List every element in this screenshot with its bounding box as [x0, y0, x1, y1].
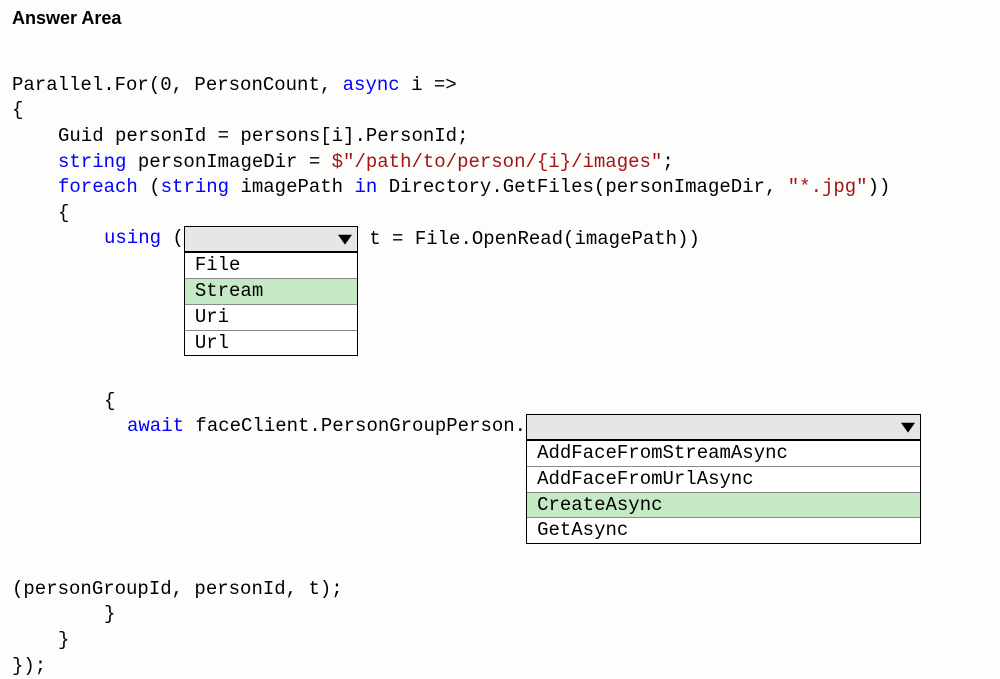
code-line-3: Guid personId = persons[i].PersonId;: [12, 125, 468, 147]
page-title: Answer Area: [12, 8, 988, 29]
code-line-1: Parallel.For(0, PersonCount, async i =>: [12, 74, 457, 96]
code-line-11: }: [12, 603, 115, 625]
code-line-6: {: [12, 202, 69, 224]
code-line-13: });: [12, 655, 46, 677]
type-dropdown[interactable]: FileStreamUriUrl: [184, 226, 358, 253]
code-line-2: {: [12, 99, 23, 121]
method-dropdown[interactable]: AddFaceFromStreamAsyncAddFaceFromUrlAsyn…: [526, 414, 921, 441]
code-line-4: string personImageDir = $"/path/to/perso…: [12, 151, 674, 173]
code-line-12: }: [12, 629, 69, 651]
code-line-10: (personGroupId, personId, t);: [12, 578, 343, 600]
dropdown-option-uri[interactable]: Uri: [185, 305, 357, 331]
code-block: Parallel.For(0, PersonCount, async i => …: [12, 47, 988, 679]
code-line-7-pre: using (: [12, 227, 184, 249]
dropdown-option-getasync[interactable]: GetAsync: [527, 518, 920, 543]
method-dropdown-list: AddFaceFromStreamAsyncAddFaceFromUrlAsyn…: [526, 440, 921, 544]
code-line-7-post: t = File.OpenRead(imagePath)): [358, 228, 700, 250]
dropdown-option-url[interactable]: Url: [185, 331, 357, 356]
dropdown-option-addfacefromurlasync[interactable]: AddFaceFromUrlAsync: [527, 467, 920, 493]
dropdown-option-addfacefromstreamasync[interactable]: AddFaceFromStreamAsync: [527, 441, 920, 467]
dropdown-option-createasync[interactable]: CreateAsync: [527, 493, 920, 519]
dropdown-option-stream[interactable]: Stream: [185, 279, 357, 305]
type-dropdown-list: FileStreamUriUrl: [184, 252, 358, 356]
code-line-9-pre: await faceClient.PersonGroupPerson.: [12, 415, 526, 437]
code-line-8: {: [12, 390, 115, 412]
chevron-down-icon: [896, 415, 920, 439]
chevron-down-icon: [333, 227, 357, 251]
code-line-5: foreach (string imagePath in Directory.G…: [12, 176, 890, 198]
dropdown-option-file[interactable]: File: [185, 253, 357, 279]
